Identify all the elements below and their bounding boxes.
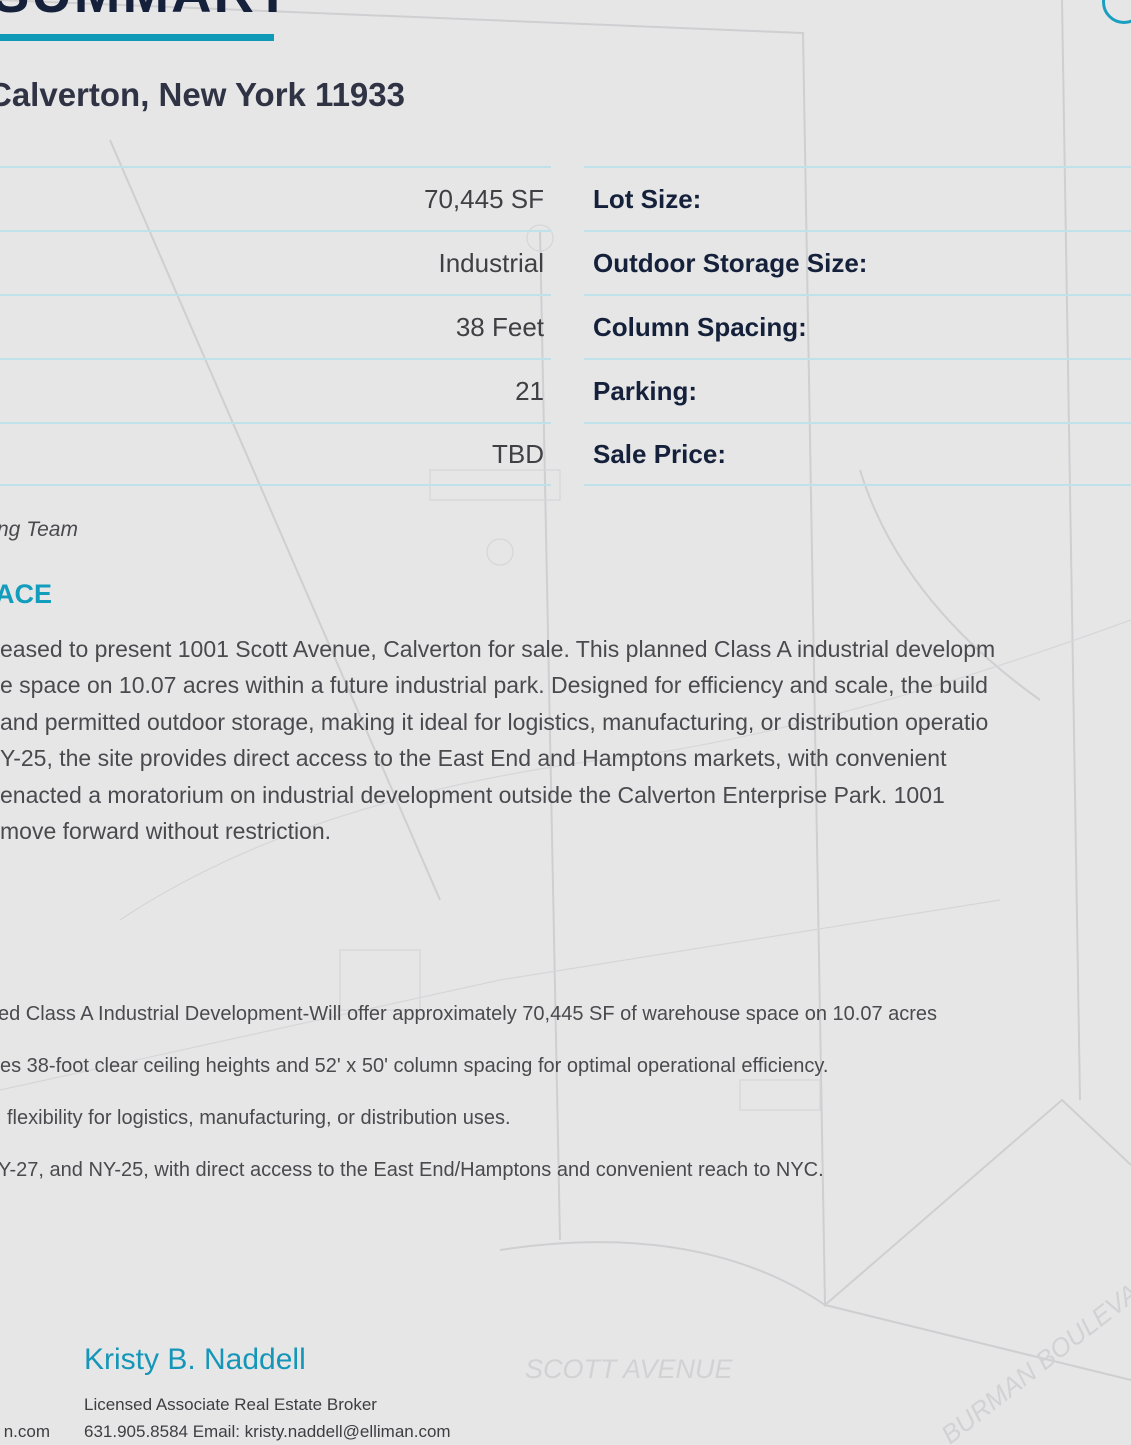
list-item: flexibility for logistics, manufacturing… bbox=[7, 1107, 511, 1129]
paragraph-line: eased to present 1001 Scott Avenue, Calv… bbox=[0, 636, 996, 662]
paragraph-line: e space on 10.07 acres within a future i… bbox=[0, 672, 988, 699]
agent-name: Kristy B. Naddell bbox=[84, 1343, 306, 1376]
other-broker-email[interactable]: n.com bbox=[0, 1422, 50, 1442]
paragraph-line: Y-25, the site provides direct access to… bbox=[0, 745, 947, 772]
value-row: TBD bbox=[0, 422, 551, 486]
label-row: Outdoor Storage Size: bbox=[584, 230, 1131, 294]
page-title: SUMMARY bbox=[0, 0, 293, 25]
listing-team-caption: sting Team bbox=[0, 518, 78, 541]
section-heading: ACE bbox=[0, 579, 53, 609]
agent-contact-details[interactable]: 631.905.8584 Email: kristy.naddell@ellim… bbox=[84, 1422, 451, 1442]
list-item: Y-27, and NY-25, with direct access to t… bbox=[0, 1159, 824, 1181]
value-row: Industrial bbox=[0, 230, 551, 294]
logo-icon bbox=[1102, 0, 1131, 24]
property-address: Calverton, New York 11933 bbox=[0, 76, 405, 113]
value-row: 21 bbox=[0, 358, 551, 422]
paragraph-line: move forward without restriction. bbox=[0, 818, 332, 845]
property-labels-column: Lot Size: Outdoor Storage Size: Column S… bbox=[584, 166, 1131, 486]
paragraph-line: and permitted outdoor storage, making it… bbox=[0, 708, 989, 735]
label-row: Lot Size: bbox=[584, 166, 1131, 230]
property-values-column: 70,445 SF Industrial 38 Feet 21 TBD bbox=[0, 166, 551, 486]
label-row: Sale Price: bbox=[584, 422, 1131, 486]
list-item: es 38-foot clear ceiling heights and 52'… bbox=[0, 1055, 829, 1077]
value-row: 38 Feet bbox=[0, 294, 551, 358]
value-row: 70,445 SF bbox=[0, 166, 551, 230]
paragraph-line: enacted a moratorium on industrial devel… bbox=[0, 781, 945, 808]
overview-paragraph: eased to present 1001 Scott Avenue, Calv… bbox=[0, 631, 1131, 849]
title-underline bbox=[0, 34, 274, 41]
label-row: Parking: bbox=[584, 358, 1131, 422]
agent-title: Licensed Associate Real Estate Broker bbox=[84, 1395, 377, 1414]
document-page: SUMMARY Calverton, New York 11933 70,445… bbox=[0, 0, 1131, 1445]
label-row: Column Spacing: bbox=[584, 294, 1131, 358]
list-item: ed Class A Industrial Development-Will o… bbox=[0, 1003, 938, 1025]
